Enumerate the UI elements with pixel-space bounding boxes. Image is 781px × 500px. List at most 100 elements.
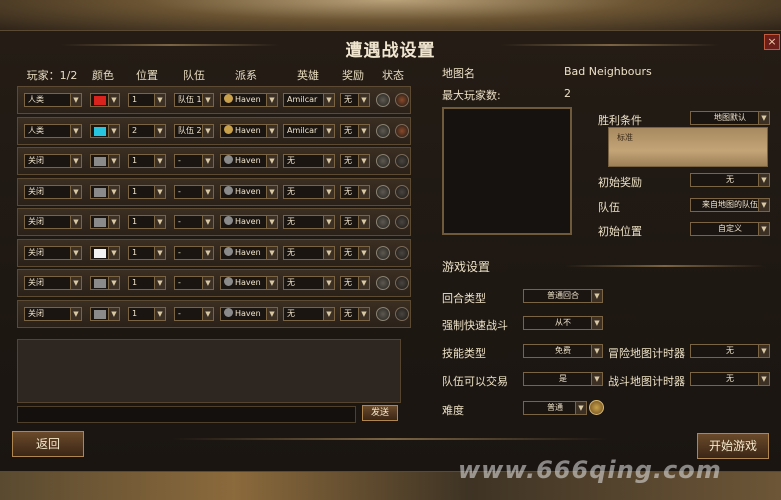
player-type-dropdown[interactable]: 关闭 ▼	[24, 276, 82, 290]
turn-type-dropdown[interactable]: 普通回合 ▼	[523, 289, 603, 303]
team-dropdown[interactable]: 队伍 2 ▼	[174, 123, 214, 138]
bonus-dropdown[interactable]: 无 ▼	[340, 184, 370, 199]
faction-dropdown[interactable]: Haven ▼	[220, 306, 278, 321]
close-button[interactable]: ×	[764, 34, 780, 50]
team-dropdown[interactable]: - ▼	[174, 276, 214, 290]
victory-condition-label: 胜利条件	[598, 114, 642, 127]
difficulty-info-icon[interactable]	[589, 400, 604, 415]
faction-dropdown[interactable]: Haven ▼	[220, 123, 278, 138]
team-dropdown[interactable]: - ▼	[174, 245, 214, 260]
player-info-icon[interactable]	[376, 245, 390, 260]
hero-dropdown[interactable]: 无 ▼	[283, 245, 335, 260]
color-dropdown[interactable]: ▼	[90, 215, 120, 229]
quick-combat-dropdown[interactable]: 从不 ▼	[523, 316, 603, 330]
faction-dropdown[interactable]: Haven ▼	[220, 184, 278, 199]
player-info-icon[interactable]	[376, 123, 390, 138]
faction-dropdown[interactable]: Haven ▼	[220, 215, 278, 229]
chevron-down-icon: ▼	[154, 185, 165, 198]
team-dropdown[interactable]: - ▼	[174, 306, 214, 321]
victory-condition-dropdown[interactable]: 地图默认 ▼	[690, 111, 770, 125]
team-dropdown[interactable]: - ▼	[174, 184, 214, 199]
hero-dropdown[interactable]: 无 ▼	[283, 276, 335, 290]
bonus-value: 无	[344, 186, 352, 196]
player-type-dropdown[interactable]: 关闭 ▼	[24, 215, 82, 229]
faction-dropdown[interactable]: Haven ▼	[220, 154, 278, 168]
start-bonus-dropdown[interactable]: 无 ▼	[690, 173, 770, 187]
faction-dropdown[interactable]: Haven ▼	[220, 93, 278, 107]
player-info-icon[interactable]	[376, 215, 390, 229]
ready-status-icon[interactable]	[395, 276, 409, 290]
player-info-icon[interactable]	[376, 93, 390, 107]
adventure-timer-dropdown[interactable]: 无 ▼	[690, 344, 770, 358]
hero-dropdown[interactable]: 无 ▼	[283, 215, 335, 229]
player-type-dropdown[interactable]: 关闭 ▼	[24, 154, 82, 168]
ready-status-icon[interactable]	[395, 245, 409, 260]
position-dropdown[interactable]: 1 ▼	[128, 276, 166, 290]
color-dropdown[interactable]: ▼	[90, 306, 120, 321]
position-dropdown[interactable]: 1 ▼	[128, 93, 166, 107]
quick-combat-value: 从不	[555, 318, 571, 327]
bonus-dropdown[interactable]: 无 ▼	[340, 306, 370, 321]
faction-value: Haven	[235, 125, 261, 135]
bonus-dropdown[interactable]: 无 ▼	[340, 123, 370, 138]
chevron-down-icon: ▼	[154, 94, 165, 106]
ready-status-icon[interactable]	[395, 123, 409, 138]
ready-status-icon[interactable]	[395, 306, 409, 321]
hero-value: 无	[287, 247, 295, 257]
hero-dropdown[interactable]: 无 ▼	[283, 184, 335, 199]
team-setting-dropdown[interactable]: 来自地图的队伍 ▼	[690, 198, 770, 212]
faction-icon	[224, 124, 233, 134]
faction-icon	[224, 277, 233, 286]
color-dropdown[interactable]: ▼	[90, 123, 120, 138]
bonus-dropdown[interactable]: 无 ▼	[340, 215, 370, 229]
ready-status-icon[interactable]	[395, 154, 409, 168]
difficulty-dropdown[interactable]: 普通 ▼	[523, 401, 587, 415]
team-dropdown[interactable]: - ▼	[174, 154, 214, 168]
team-dropdown[interactable]: - ▼	[174, 215, 214, 229]
position-dropdown[interactable]: 2 ▼	[128, 123, 166, 138]
bonus-dropdown[interactable]: 无 ▼	[340, 245, 370, 260]
player-info-icon[interactable]	[376, 306, 390, 321]
chevron-down-icon: ▼	[358, 155, 369, 167]
color-dropdown[interactable]: ▼	[90, 276, 120, 290]
back-button[interactable]: 返回	[12, 431, 84, 457]
hero-dropdown[interactable]: 无 ▼	[283, 154, 335, 168]
bonus-dropdown[interactable]: 无 ▼	[340, 154, 370, 168]
color-dropdown[interactable]: ▼	[90, 93, 120, 107]
player-type-dropdown[interactable]: 关闭 ▼	[24, 184, 82, 199]
player-type-dropdown[interactable]: 关闭 ▼	[24, 306, 82, 321]
faction-dropdown[interactable]: Haven ▼	[220, 245, 278, 260]
position-dropdown[interactable]: 1 ▼	[128, 215, 166, 229]
position-dropdown[interactable]: 1 ▼	[128, 154, 166, 168]
skill-type-dropdown[interactable]: 免费 ▼	[523, 344, 603, 358]
position-dropdown[interactable]: 1 ▼	[128, 245, 166, 260]
ready-status-icon[interactable]	[395, 93, 409, 107]
color-dropdown[interactable]: ▼	[90, 184, 120, 199]
player-info-icon[interactable]	[376, 184, 390, 199]
team-dropdown[interactable]: 队伍 1 ▼	[174, 93, 214, 107]
position-dropdown[interactable]: 1 ▼	[128, 184, 166, 199]
faction-dropdown[interactable]: Haven ▼	[220, 276, 278, 290]
hero-dropdown[interactable]: Amilcar ▼	[283, 123, 335, 138]
ready-status-icon[interactable]	[395, 215, 409, 229]
player-info-icon[interactable]	[376, 154, 390, 168]
combat-timer-dropdown[interactable]: 无 ▼	[690, 372, 770, 386]
chevron-down-icon: ▼	[323, 307, 334, 320]
ready-status-icon[interactable]	[395, 184, 409, 199]
send-button[interactable]: 发送	[362, 405, 398, 421]
player-type-dropdown[interactable]: 人类 ▼	[24, 93, 82, 107]
bonus-dropdown[interactable]: 无 ▼	[340, 276, 370, 290]
hero-dropdown[interactable]: 无 ▼	[283, 306, 335, 321]
chevron-down-icon: ▼	[266, 124, 277, 137]
player-type-dropdown[interactable]: 人类 ▼	[24, 123, 82, 138]
color-dropdown[interactable]: ▼	[90, 245, 120, 260]
bonus-dropdown[interactable]: 无 ▼	[340, 93, 370, 107]
position-dropdown[interactable]: 1 ▼	[128, 306, 166, 321]
team-trade-dropdown[interactable]: 是 ▼	[523, 372, 603, 386]
player-type-dropdown[interactable]: 关闭 ▼	[24, 245, 82, 260]
chat-input[interactable]	[17, 406, 356, 423]
player-info-icon[interactable]	[376, 276, 390, 290]
hero-dropdown[interactable]: Amilcar ▼	[283, 93, 335, 107]
color-dropdown[interactable]: ▼	[90, 154, 120, 168]
start-position-dropdown[interactable]: 自定义 ▼	[690, 222, 770, 236]
